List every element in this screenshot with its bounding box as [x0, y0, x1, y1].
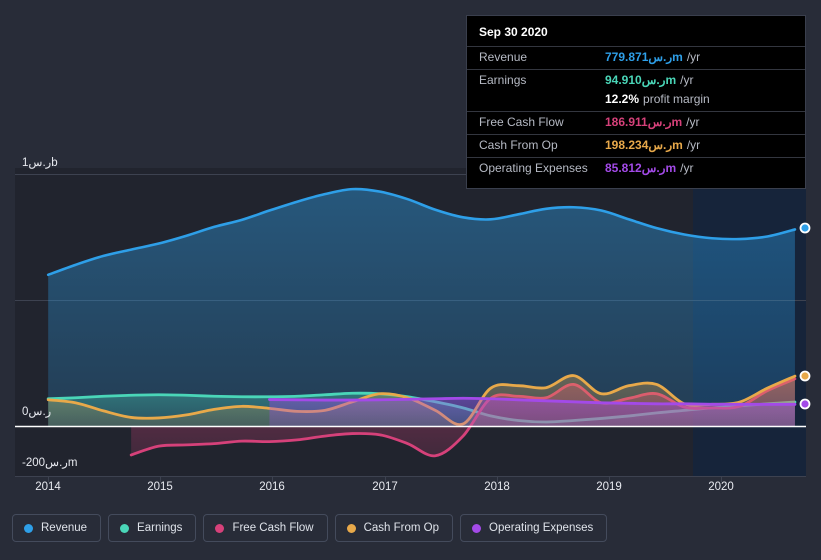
- legend-item-cash-from-op[interactable]: Cash From Op: [334, 514, 454, 542]
- tooltip-row-earnings: Earnings 94.910ر.سm /yr: [467, 69, 805, 92]
- tooltip-value-free-cash-flow: 186.911ر.سm: [605, 115, 683, 129]
- legend-item-earnings[interactable]: Earnings: [108, 514, 197, 542]
- y-axis-label-zero: 0ر.س: [22, 406, 52, 418]
- tooltip-unit-revenue: /yr: [686, 50, 701, 64]
- legend-dot-icon: [472, 523, 482, 533]
- x-axis-label-2017: 2017: [372, 481, 398, 493]
- x-axis-label-2018: 2018: [484, 481, 510, 493]
- chart-legend: Revenue Earnings Free Cash Flow Cash From O…: [12, 514, 608, 542]
- tooltip-row-free-cash-flow: Free Cash Flow 186.911ر.سm /yr: [467, 111, 805, 134]
- tooltip-value-revenue: 779.871ر.سm: [605, 50, 683, 64]
- legend-label: Operating Expenses: [489, 522, 594, 534]
- legend-item-free-cash-flow[interactable]: Free Cash Flow: [203, 514, 328, 542]
- legend-label: Revenue: [41, 522, 88, 534]
- financial-chart-app: 1ر.سb 0ر.س -200ر.سm 2014 2015 2016 2017 2018…: [0, 0, 821, 560]
- tooltip-label-free-cash-flow: Free Cash Flow: [479, 115, 564, 129]
- tooltip-value-operating-expenses: 85.812ر.سm: [605, 161, 677, 175]
- tooltip-unit-free-cash-flow: /yr: [686, 115, 700, 129]
- data-tooltip: Sep 30 2020 Revenue 779.871ر.سm /yr Earn…: [466, 15, 806, 189]
- legend-label: Cash From Op: [363, 522, 440, 534]
- tooltip-bottom-padding: [467, 180, 805, 188]
- tooltip-label-cash-from-op: Cash From Op: [479, 138, 558, 152]
- x-axis-label-2019: 2019: [596, 481, 622, 493]
- x-axis-label-2015: 2015: [147, 481, 173, 493]
- tooltip-label-earnings: Earnings: [479, 73, 527, 87]
- tooltip-value-cash-from-op: 198.234ر.سm: [605, 138, 683, 152]
- x-axis-label-2020: 2020: [708, 481, 734, 493]
- tooltip-label-profit-margin: profit margin: [643, 92, 710, 106]
- tooltip-row-revenue: Revenue 779.871ر.سm /yr: [467, 46, 805, 69]
- x-axis-label-2016: 2016: [259, 481, 285, 493]
- legend-dot-icon: [24, 523, 33, 533]
- tooltip-label-revenue: Revenue: [479, 50, 528, 64]
- legend-label: Free Cash Flow: [232, 522, 314, 534]
- tooltip-value-earnings: 94.910ر.سm: [605, 73, 677, 87]
- y-axis-label-top: 1ر.سb: [22, 157, 58, 169]
- tooltip-unit-operating-expenses: /yr: [680, 161, 694, 175]
- y-axis-label-bottom: -200ر.سm: [22, 457, 78, 469]
- legend-item-revenue[interactable]: Revenue: [12, 514, 102, 542]
- end-marker-revenue[interactable]: [799, 222, 811, 234]
- end-marker-cash-from-op[interactable]: [799, 370, 811, 382]
- legend-dot-icon: [215, 523, 225, 533]
- end-marker-operating-expenses[interactable]: [799, 398, 811, 410]
- tooltip-unit-cash-from-op: /yr: [686, 138, 701, 152]
- tooltip-row-profit-margin: 12.2% profit margin: [467, 92, 805, 111]
- x-axis-label-2014: 2014: [35, 481, 61, 493]
- legend-label: Earnings: [137, 522, 183, 534]
- legend-item-operating-expenses[interactable]: Operating Expenses: [460, 514, 608, 542]
- legend-dot-icon: [120, 523, 130, 533]
- tooltip-value-profit-margin: 12.2%: [605, 92, 640, 106]
- legend-dot-icon: [346, 523, 356, 533]
- tooltip-label-operating-expenses: Operating Expenses: [479, 161, 588, 175]
- tooltip-row-operating-expenses: Operating Expenses 85.812ر.سm /yr: [467, 157, 805, 180]
- tooltip-date: Sep 30 2020: [479, 25, 548, 39]
- tooltip-row-cash-from-op: Cash From Op 198.234ر.سm /yr: [467, 134, 805, 157]
- tooltip-unit-earnings: /yr: [680, 73, 694, 87]
